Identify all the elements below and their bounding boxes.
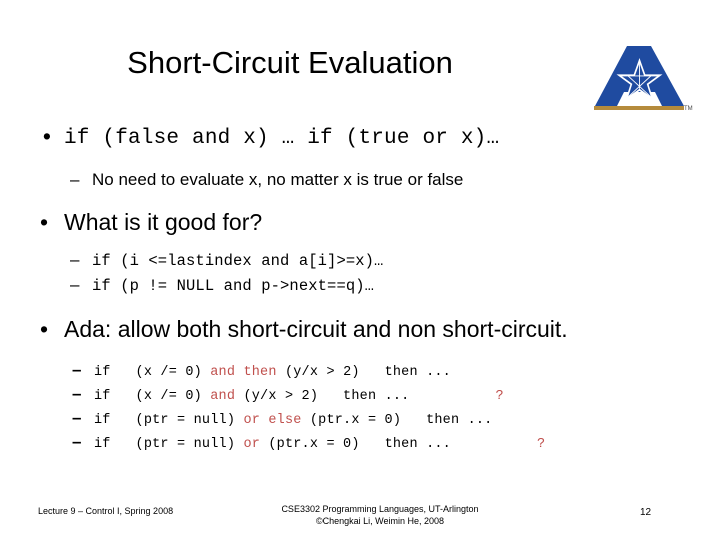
bullet-item-2: • What is it good for? <box>28 208 692 237</box>
ada-code-2-question-mark: ? <box>495 389 504 404</box>
bullet-marker: • <box>40 125 55 151</box>
slide: Short-Circuit Evaluation TM • if (false … <box>0 0 720 540</box>
ada-code-1-keyword: and then <box>210 365 277 380</box>
bullet-item-1: • if (false and x) … if (true or x)… <box>28 124 692 153</box>
ada-code-1-expr2: (y/x > 2) then ... <box>276 365 451 380</box>
sub-bullet-1-1: – No need to evaluate x, no matter x is … <box>28 168 692 191</box>
ada-code-3-expr1: (ptr = null) <box>135 413 244 428</box>
sub-bullet-1-1-text: No need to evaluate x, no matter x is tr… <box>92 170 464 189</box>
sub-bullet-2-1-code: if (i <=lastindex and a[i]>=x)… <box>92 252 384 270</box>
bullet-2-text: What is it good for? <box>64 209 263 235</box>
ada-code-line-1: – if (x /= 0) and then (y/x > 2) then ... <box>28 360 692 384</box>
ada-code-2-expr2: (y/x > 2) then ... <box>235 389 410 404</box>
bullet-1-text: if (false and x) … if (true or x)… <box>64 127 500 150</box>
dash-marker: – <box>70 250 80 269</box>
dash-marker: – <box>70 275 80 294</box>
dash-marker: – <box>72 384 82 403</box>
bullet-3-text: Ada: allow both short-circuit and non sh… <box>64 316 568 342</box>
bullet-item-3: • Ada: allow both short-circuit and non … <box>28 315 692 344</box>
sub-bullet-2-1: – if (i <=lastindex and a[i]>=x)… <box>28 248 692 273</box>
slide-footer: Lecture 9 – Control I, Spring 2008 CSE33… <box>0 503 720 540</box>
ada-code-4-keyword: or <box>243 437 261 452</box>
title-row: Short-Circuit Evaluation TM <box>0 44 720 112</box>
ada-code-1-pre: if <box>94 365 136 380</box>
ada-code-line-2: – if (x /= 0) and (y/x > 2) then ...? <box>28 384 692 408</box>
ada-code-2-expr1: (x /= 0) <box>135 389 211 404</box>
ada-code-1-expr1: (x /= 0) <box>135 365 211 380</box>
dash-marker: – <box>72 360 82 379</box>
ada-code-4-pre: if <box>94 437 136 452</box>
footer-course-info: CSE3302 Programming Languages, UT-Arling… <box>200 503 560 527</box>
ada-code-3-keyword: or else <box>243 413 302 428</box>
page-title: Short-Circuit Evaluation <box>127 45 453 80</box>
footer-lecture-label: Lecture 9 – Control I, Spring 2008 <box>38 506 174 516</box>
ada-code-2-pre: if <box>94 389 136 404</box>
ada-code-2-keyword: and <box>210 389 236 404</box>
dash-marker: – <box>72 408 82 427</box>
dash-marker: – <box>72 432 82 451</box>
sub-bullet-2-2: – if (p != NULL and p->next==q)… <box>28 273 692 298</box>
ada-code-4-expr2: (ptr.x = 0) then ... <box>260 437 451 452</box>
ada-code-line-3: – if (ptr = null) or else (ptr.x = 0) the… <box>28 408 692 432</box>
bullet-marker: • <box>40 209 49 235</box>
footer-copyright-line: ©Chengkai Li, Weimin He, 2008 <box>315 516 445 526</box>
footer-course-line: CSE3302 Programming Languages, UT-Arling… <box>281 504 479 514</box>
ada-code-3-expr2: (ptr.x = 0) then ... <box>301 413 493 428</box>
sub-bullet-2-2-code: if (p != NULL and p->next==q)… <box>92 277 375 295</box>
dash-marker: – <box>70 170 80 189</box>
slide-page-number: 12 <box>640 507 652 518</box>
slide-body: • if (false and x) … if (true or x)… – N… <box>28 124 692 456</box>
bullet-marker: • <box>40 316 49 342</box>
ut-arlington-a-logo: TM <box>580 42 698 118</box>
trademark-mark: TM <box>684 106 693 112</box>
ada-code-line-4: – if (ptr = null) or (ptr.x = 0) then ...… <box>28 432 692 456</box>
ada-code-4-question-mark: ? <box>536 437 546 452</box>
ada-code-4-expr1: (ptr = null) <box>135 437 244 452</box>
ada-code-3-pre: if <box>94 413 136 428</box>
